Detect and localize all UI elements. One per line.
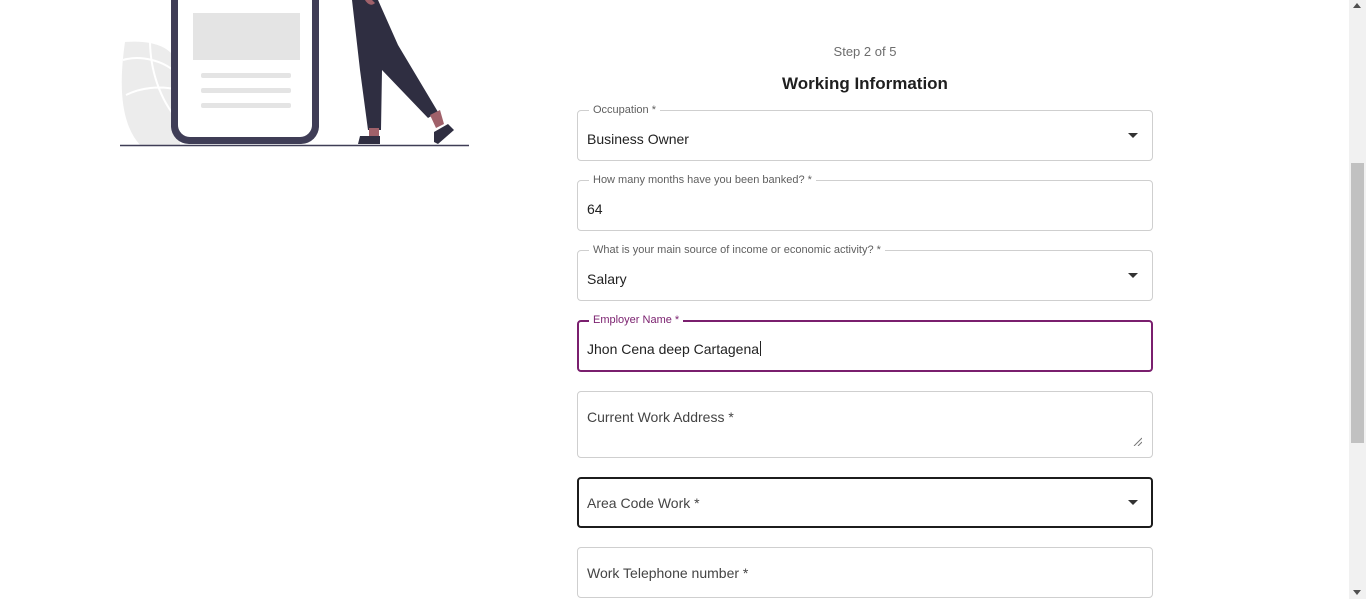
scrollbar-thumb[interactable]	[1351, 163, 1364, 443]
chevron-down-icon[interactable]	[1128, 273, 1138, 278]
onboarding-illustration	[120, 0, 469, 147]
employer-name-text: Jhon Cena deep Cartagena	[587, 341, 760, 357]
work-address-textarea[interactable]: Current Work Address *	[577, 391, 1153, 458]
occupation-select[interactable]: Occupation * Business Owner	[577, 104, 1153, 161]
occupation-value: Business Owner	[587, 131, 689, 147]
step-indicator: Step 2 of 5	[833, 44, 897, 59]
months-banked-value: 64	[587, 201, 603, 217]
income-source-label: What is your main source of income or ec…	[589, 244, 885, 257]
occupation-label: Occupation *	[589, 104, 660, 117]
resize-grip-icon[interactable]	[1133, 437, 1142, 446]
months-banked-input[interactable]: How many months have you been banked? * …	[577, 174, 1153, 231]
income-source-select[interactable]: What is your main source of income or ec…	[577, 244, 1153, 301]
section-title: Working Information	[782, 74, 948, 93]
vertical-scrollbar[interactable]	[1349, 0, 1366, 599]
work-address-placeholder: Current Work Address *	[587, 409, 734, 425]
employer-name-input[interactable]: Employer Name * Jhon Cena deep Cartagena	[577, 314, 1153, 372]
employer-name-value: Jhon Cena deep Cartagena	[587, 340, 762, 358]
chevron-down-icon[interactable]	[1128, 500, 1138, 505]
text-cursor	[760, 341, 762, 356]
months-banked-label: How many months have you been banked? *	[589, 174, 816, 187]
chevron-down-icon[interactable]	[1128, 133, 1138, 138]
income-source-value: Salary	[587, 271, 627, 287]
area-code-work-placeholder: Area Code Work *	[587, 495, 700, 511]
area-code-work-select[interactable]: Area Code Work *	[577, 477, 1153, 528]
work-phone-input[interactable]: Work Telephone number *	[577, 547, 1153, 598]
employer-name-label: Employer Name *	[589, 314, 684, 327]
scroll-down-arrow-icon[interactable]	[1353, 590, 1361, 595]
scroll-up-arrow-icon[interactable]	[1353, 3, 1361, 8]
work-phone-placeholder: Work Telephone number *	[587, 565, 749, 581]
person-figure	[352, 0, 438, 130]
